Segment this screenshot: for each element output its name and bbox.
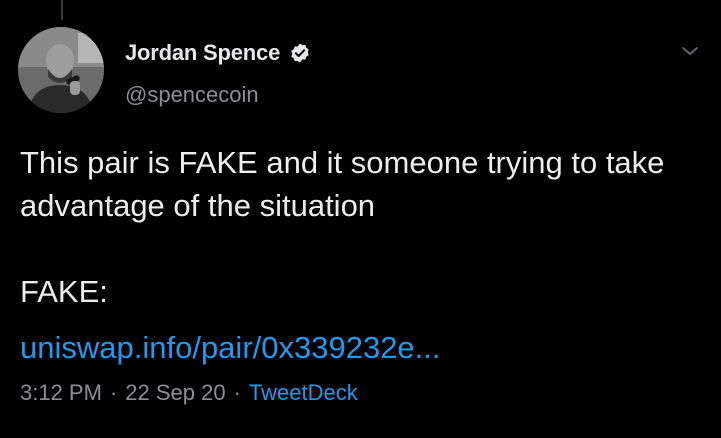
avatar-image bbox=[18, 27, 104, 113]
tweet-source-link[interactable]: TweetDeck bbox=[249, 380, 358, 406]
tweet-link[interactable]: uniswap.info/pair/0x339232e... bbox=[20, 328, 441, 368]
tweet-date[interactable]: 22 Sep 20 bbox=[125, 380, 225, 406]
author-display-name[interactable]: Jordan Spence bbox=[125, 40, 280, 66]
chevron-down-icon[interactable] bbox=[680, 44, 700, 58]
meta-separator: · bbox=[233, 380, 241, 405]
tweet-time[interactable]: 3:12 PM bbox=[20, 380, 102, 406]
tweet-metadata: 3:12 PM · 22 Sep 20 · TweetDeck bbox=[20, 380, 358, 406]
avatar[interactable] bbox=[18, 27, 104, 113]
verified-badge-icon bbox=[289, 42, 311, 64]
meta-separator: · bbox=[109, 380, 118, 405]
author-name-row: Jordan Spence bbox=[125, 40, 311, 66]
author-handle[interactable]: @spencecoin bbox=[125, 82, 259, 108]
tweet-text: This pair is FAKE and it someone trying … bbox=[20, 145, 665, 309]
thread-connector-line bbox=[61, 0, 63, 20]
